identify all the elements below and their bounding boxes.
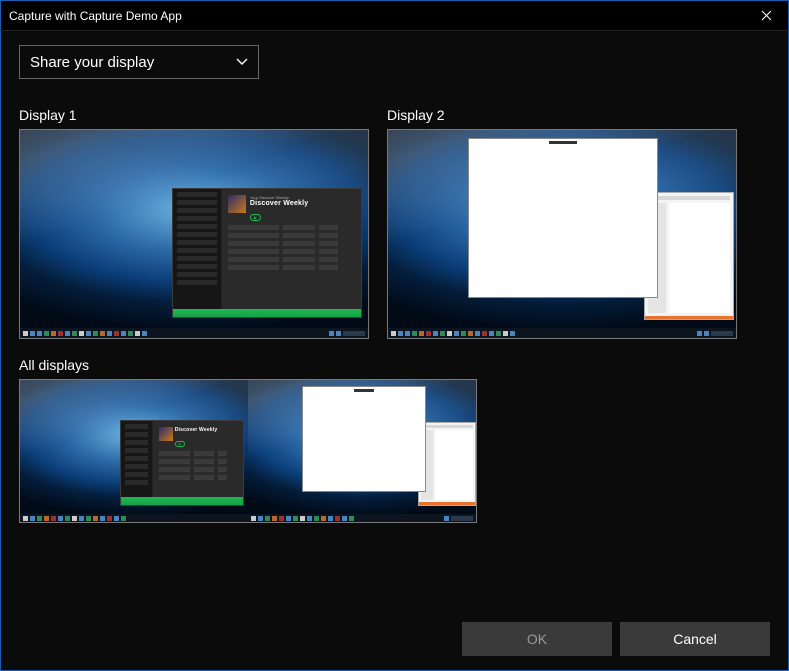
display-label: All displays xyxy=(19,357,477,373)
mock-taskbar xyxy=(248,514,476,522)
close-button[interactable] xyxy=(744,1,788,30)
now-playing-bar xyxy=(173,309,361,317)
play-pill-icon: ▶ xyxy=(175,441,185,447)
play-pill-icon: ▶ xyxy=(250,214,261,221)
now-playing-bar xyxy=(121,497,243,505)
display-thumbnail-2 xyxy=(387,129,737,339)
mock-blank-window xyxy=(302,386,426,492)
dialog-footer: OK Cancel xyxy=(19,608,770,656)
window-title: Capture with Capture Demo App xyxy=(9,9,182,23)
album-art-icon xyxy=(228,195,246,213)
album-art-icon xyxy=(159,427,173,441)
display-list: Display 1 Your Discover Weekly Disco xyxy=(19,107,770,523)
display-card-2[interactable]: Display 2 xyxy=(387,107,737,339)
cancel-button[interactable]: Cancel xyxy=(620,622,770,656)
mock-blank-window xyxy=(468,138,658,298)
titlebar: Capture with Capture Demo App xyxy=(0,0,789,30)
mock-taskbar xyxy=(388,328,736,338)
dropdown-label: Share your display xyxy=(30,54,154,71)
mock-ide-window xyxy=(418,422,476,506)
display-thumbnail-all: Discover Weekly ▶ xyxy=(19,379,477,523)
mock-app-spotify: Your Discover Weekly Discover Weekly ▶ xyxy=(172,188,362,318)
display-label: Display 1 xyxy=(19,107,369,123)
chevron-down-icon xyxy=(236,58,248,66)
mock-app-spotify: Discover Weekly ▶ xyxy=(120,420,244,506)
share-mode-dropdown[interactable]: Share your display xyxy=(19,45,259,79)
dialog-body: Share your display Display 1 xyxy=(0,30,789,671)
cancel-button-label: Cancel xyxy=(673,631,717,647)
ok-button-label: OK xyxy=(527,631,547,647)
display-card-all[interactable]: All displays Discover Weekly ▶ xyxy=(19,357,477,523)
display-label: Display 2 xyxy=(387,107,737,123)
mock-app-title: Discover Weekly xyxy=(250,200,357,207)
mock-app-title: Discover Weekly xyxy=(175,427,239,433)
display-thumbnail-1: Your Discover Weekly Discover Weekly ▶ xyxy=(19,129,369,339)
ok-button[interactable]: OK xyxy=(462,622,612,656)
display-card-1[interactable]: Display 1 Your Discover Weekly Disco xyxy=(19,107,369,339)
mock-taskbar xyxy=(20,328,368,338)
close-icon xyxy=(761,10,772,21)
